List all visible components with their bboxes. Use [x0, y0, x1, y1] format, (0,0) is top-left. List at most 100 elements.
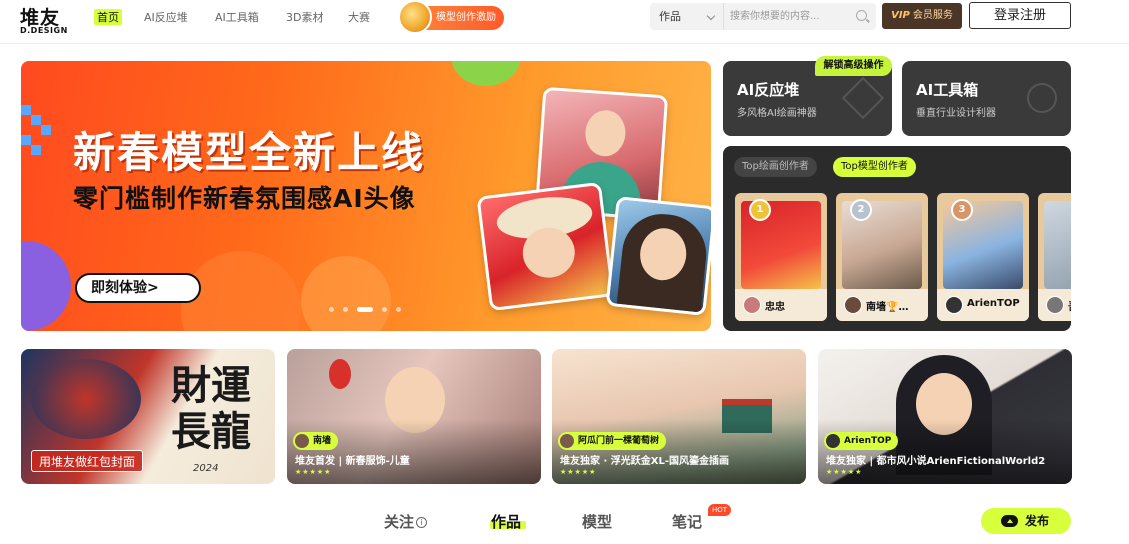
info-icon[interactable]: i — [416, 517, 428, 528]
avatar — [945, 296, 963, 314]
tool-title: AI反应堆 — [737, 81, 800, 99]
card-title-art: 財運長龍 — [171, 362, 251, 455]
creator-card[interactable]: 吾吃 — [1038, 193, 1071, 321]
search-input[interactable] — [730, 7, 848, 26]
card-author[interactable]: 阿瓜门前一棵葡萄树 — [558, 432, 667, 450]
card-author-name: 阿瓜门前一棵葡萄树 — [578, 436, 660, 446]
nav-home[interactable]: 首页 — [94, 9, 122, 25]
card-author-name: 南墙 — [313, 436, 332, 446]
sparkle-icon — [841, 76, 885, 120]
chevron-down-icon — [706, 11, 716, 21]
pixel-decor — [21, 105, 31, 115]
banner-photo-girl-hat — [476, 181, 615, 312]
avatar — [743, 296, 761, 314]
card-caption: 堆友首发 | 新春服饰-儿童 — [295, 456, 410, 467]
dragon-art — [31, 359, 141, 439]
avatar — [1046, 296, 1064, 314]
red-envelope-card[interactable]: 財運長龍 2024 用堆友做红包封面 — [21, 349, 275, 484]
vip-mark: VIP — [891, 10, 910, 21]
top-header: 堆友 D.DESIGN 首页 AI反应堆 AI工具箱 3D素材 大赛 模型创作激… — [0, 0, 1129, 44]
model-reward-button[interactable]: 模型创作激励 — [398, 0, 504, 34]
decor-circle — [21, 241, 71, 331]
nav-ai-reactor[interactable]: AI反应堆 — [144, 9, 188, 25]
card-author-name: ArienTOP — [844, 436, 892, 446]
card-caption: 堆友独家 · 浮光跃金XL-国风鎏金插画 — [560, 456, 729, 467]
pixel-decor — [41, 125, 51, 135]
coin-icon — [398, 0, 432, 34]
pixel-decor — [31, 145, 41, 155]
avatar — [560, 434, 574, 448]
search-icon[interactable] — [856, 10, 867, 21]
banner-cta-button[interactable]: 即刻体验> — [75, 273, 201, 303]
tab-label: 关注 — [384, 513, 415, 531]
silver-medal-icon: 2 — [850, 199, 872, 221]
carousel-dot[interactable] — [396, 307, 401, 312]
avatar — [295, 434, 309, 448]
card-tag: 用堆友做红包封面 — [31, 450, 144, 472]
card-year: 2024 — [193, 463, 219, 474]
tab-works[interactable]: 作品 — [491, 511, 521, 532]
login-register-button[interactable]: 登录注册 — [969, 2, 1071, 29]
vip-button[interactable]: VIP 会员服务 — [882, 3, 962, 29]
carousel-dot[interactable] — [343, 307, 348, 312]
card-caption: 堆友独家 | 都市风小说ArienFictionalWorld2 — [826, 456, 1046, 467]
top-creators-panel: Top绘画创作者 Top模型创作者 1 忠忠 2 南墙🏆… 3 ArienTOP… — [723, 146, 1071, 331]
card-author[interactable]: ArienTOP — [824, 432, 899, 450]
carousel-dot[interactable] — [357, 307, 373, 312]
tab-follow[interactable]: 关注 i — [384, 511, 428, 532]
creator-name: ArienTOP — [967, 298, 1020, 309]
creator-card[interactable]: 3 ArienTOP — [937, 193, 1029, 321]
banner-title: 新春模型全新上线 — [73, 128, 426, 177]
pixel-decor — [31, 115, 41, 125]
search-category-select[interactable]: 作品 — [650, 3, 724, 30]
creator-name: 忠忠 — [765, 302, 785, 313]
tool-desc: 多风格AI绘画神器 — [737, 108, 817, 119]
portrait-face — [583, 108, 627, 158]
ai-toolbox-card[interactable]: AI工具箱 垂直行业设计利器 — [902, 61, 1071, 136]
rating-stars: ★★★★★ — [560, 468, 597, 476]
creator-card[interactable]: 2 南墙🏆… — [836, 193, 928, 321]
nav-contest[interactable]: 大赛 — [348, 9, 370, 25]
gold-medal-icon: 1 — [749, 199, 771, 221]
tab-top-painters[interactable]: Top绘画创作者 — [734, 157, 817, 177]
creator-cover — [1044, 201, 1071, 289]
reward-label: 模型创作激励 — [436, 12, 496, 23]
vip-label: 会员服务 — [912, 10, 953, 21]
pixel-decor — [21, 135, 31, 145]
tab-top-model-creators[interactable]: Top模型创作者 — [833, 157, 916, 177]
creator-footer: 南墙🏆… — [836, 289, 928, 321]
logo[interactable]: 堆友 D.DESIGN — [20, 3, 72, 39]
unlock-badge: 解锁高级操作 — [815, 56, 892, 76]
hot-badge: HOT — [708, 504, 732, 516]
creator-footer: 忠忠 — [735, 289, 827, 321]
tab-models[interactable]: 模型 — [582, 511, 612, 532]
search-category-value: 作品 — [659, 10, 681, 23]
banner-photo-woman — [605, 196, 711, 316]
cloud-upload-icon — [1001, 515, 1018, 527]
work-card[interactable]: 阿瓜门前一棵葡萄树 堆友独家 · 浮光跃金XL-国风鎏金插画 ★★★★★ — [552, 349, 806, 484]
creator-card[interactable]: 1 忠忠 — [735, 193, 827, 321]
toolbox-icon — [1027, 83, 1057, 113]
publish-button[interactable]: 发布 — [981, 508, 1071, 534]
nav-3d-assets[interactable]: 3D素材 — [286, 9, 323, 25]
banner-subtitle: 零门槛制作新春氛围感AI头像 — [73, 184, 416, 213]
card-author[interactable]: 南墙 — [293, 432, 339, 450]
creator-footer: 吾吃 — [1038, 289, 1071, 321]
tool-title: AI工具箱 — [916, 81, 979, 99]
hero-banner[interactable]: 新春模型全新上线 零门槛制作新春氛围感AI头像 即刻体验> — [21, 61, 711, 331]
creator-name: 南墙🏆… — [866, 302, 909, 313]
work-card[interactable]: 南墙 堆友首发 | 新春服饰-儿童 ★★★★★ — [287, 349, 541, 484]
carousel-dot[interactable] — [382, 307, 387, 312]
work-card[interactable]: ArienTOP 堆友独家 | 都市风小说ArienFictionalWorld… — [818, 349, 1072, 484]
rating-stars: ★★★★★ — [826, 468, 863, 476]
decor-circle — [301, 256, 391, 331]
decor-circle — [451, 61, 521, 86]
carousel-dot[interactable] — [329, 307, 334, 312]
tab-notes[interactable]: 笔记 — [672, 511, 702, 532]
logo-sub-text: D.DESIGN — [20, 26, 68, 35]
nav-ai-toolbox[interactable]: AI工具箱 — [215, 9, 259, 25]
publish-label: 发布 — [1025, 514, 1050, 528]
lantern-decor — [329, 359, 351, 389]
creator-footer: ArienTOP — [937, 289, 1029, 321]
creator-name: 吾吃 — [1068, 298, 1071, 313]
